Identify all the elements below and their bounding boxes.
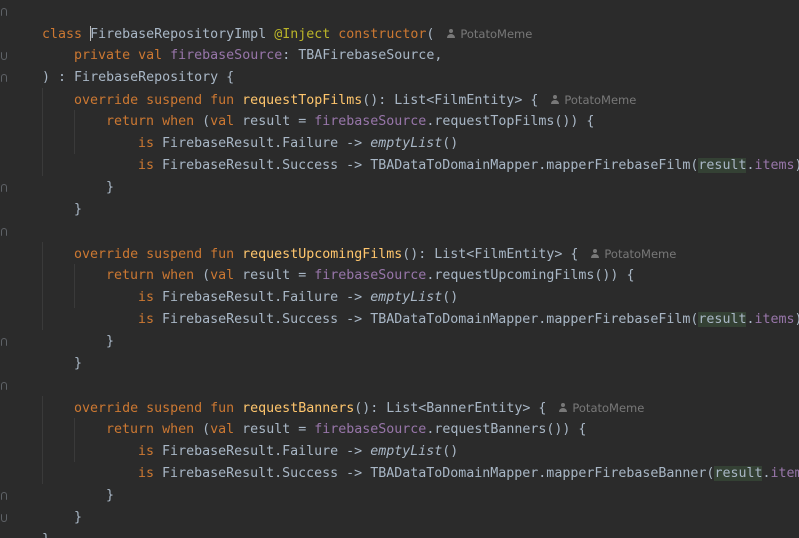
code-line-13[interactable]: is FirebaseResult.Failure -> emptyList() — [106, 265, 458, 305]
fold-marker-icon[interactable] — [1, 228, 7, 236]
keyword-is: is — [138, 158, 155, 173]
closing-brace: } — [74, 356, 83, 371]
code-line-3[interactable]: ) : FirebaseRepository { — [10, 45, 234, 85]
code-line-16[interactable]: } — [42, 331, 82, 371]
code-line-21[interactable]: is FirebaseResult.Success -> TBADataToDo… — [106, 441, 799, 481]
closing-brace: } — [74, 202, 83, 217]
closing-brace: } — [106, 180, 115, 195]
keyword-is: is — [138, 312, 155, 327]
code-line-11[interactable]: override suspend fun requestUpcomingFilm… — [42, 221, 676, 262]
code-line-8[interactable]: } — [74, 155, 114, 195]
user-icon — [446, 29, 456, 39]
property-reference[interactable]: items — [754, 158, 794, 173]
code-line-18[interactable]: override suspend fun requestBanners(): L… — [42, 375, 644, 416]
keyword-is: is — [138, 466, 155, 481]
code-line-4[interactable]: override suspend fun requestTopFilms(): … — [42, 67, 636, 108]
property-reference[interactable]: items — [754, 312, 794, 327]
fold-marker-icon[interactable] — [1, 74, 7, 82]
code-line-14[interactable]: is FirebaseResult.Success -> TBADataToDo… — [106, 287, 799, 327]
fold-gutter — [0, 0, 10, 538]
code-line-5[interactable]: return when (val result = firebaseSource… — [74, 89, 594, 129]
close-paren: ) — [795, 312, 799, 327]
closing-brace: } — [106, 488, 115, 503]
fold-marker-icon[interactable] — [1, 8, 7, 16]
code-line-6[interactable]: is FirebaseResult.Failure -> emptyList() — [106, 111, 458, 151]
closing-brace: } — [106, 334, 115, 349]
fold-marker-icon[interactable] — [1, 492, 7, 500]
code-line-22[interactable]: } — [74, 463, 114, 503]
code-line-24[interactable]: } — [10, 507, 50, 538]
closing-brace: } — [42, 532, 50, 538]
highlighted-variable[interactable]: result — [714, 466, 763, 481]
dot: . — [762, 466, 771, 481]
author-name: PotatoMeme — [460, 27, 533, 41]
closing-brace: } — [74, 510, 83, 525]
when-branch: FirebaseResult.Success -> TBADataToDomai… — [154, 312, 699, 327]
code-line-9[interactable]: } — [42, 177, 82, 217]
code-line-1[interactable]: class FirebaseRepositoryImpl @Inject con… — [10, 1, 532, 42]
code-editor[interactable]: class FirebaseRepositoryImpl @Inject con… — [0, 0, 799, 538]
fold-marker-icon[interactable] — [1, 382, 7, 390]
when-branch: FirebaseResult.Success -> TBADataToDomai… — [154, 466, 715, 481]
property-type: : TBAFirebaseSource, — [282, 48, 443, 63]
fold-marker-icon[interactable] — [1, 338, 7, 346]
when-branch: FirebaseResult.Success -> TBADataToDomai… — [154, 158, 699, 173]
code-line-2[interactable]: private val firebaseSource: TBAFirebaseS… — [42, 23, 442, 63]
code-line-23[interactable]: } — [42, 485, 82, 525]
code-line-19[interactable]: return when (val result = firebaseSource… — [74, 397, 586, 437]
code-line-15[interactable]: } — [74, 309, 114, 349]
highlighted-variable[interactable]: result — [698, 158, 747, 173]
code-line-20[interactable]: is FirebaseResult.Failure -> emptyList() — [106, 419, 458, 459]
code-line-7[interactable]: is FirebaseResult.Success -> TBADataToDo… — [106, 133, 799, 173]
highlighted-variable[interactable]: result — [698, 312, 747, 327]
fold-marker-icon[interactable] — [1, 514, 7, 522]
property-reference[interactable]: items — [771, 466, 799, 481]
fold-marker-icon[interactable] — [1, 52, 7, 60]
close-paren: ) — [795, 158, 799, 173]
fold-marker-icon[interactable] — [1, 184, 7, 192]
code-line-12[interactable]: return when (val result = firebaseSource… — [74, 243, 634, 283]
author-hint[interactable]: PotatoMeme — [446, 27, 532, 41]
